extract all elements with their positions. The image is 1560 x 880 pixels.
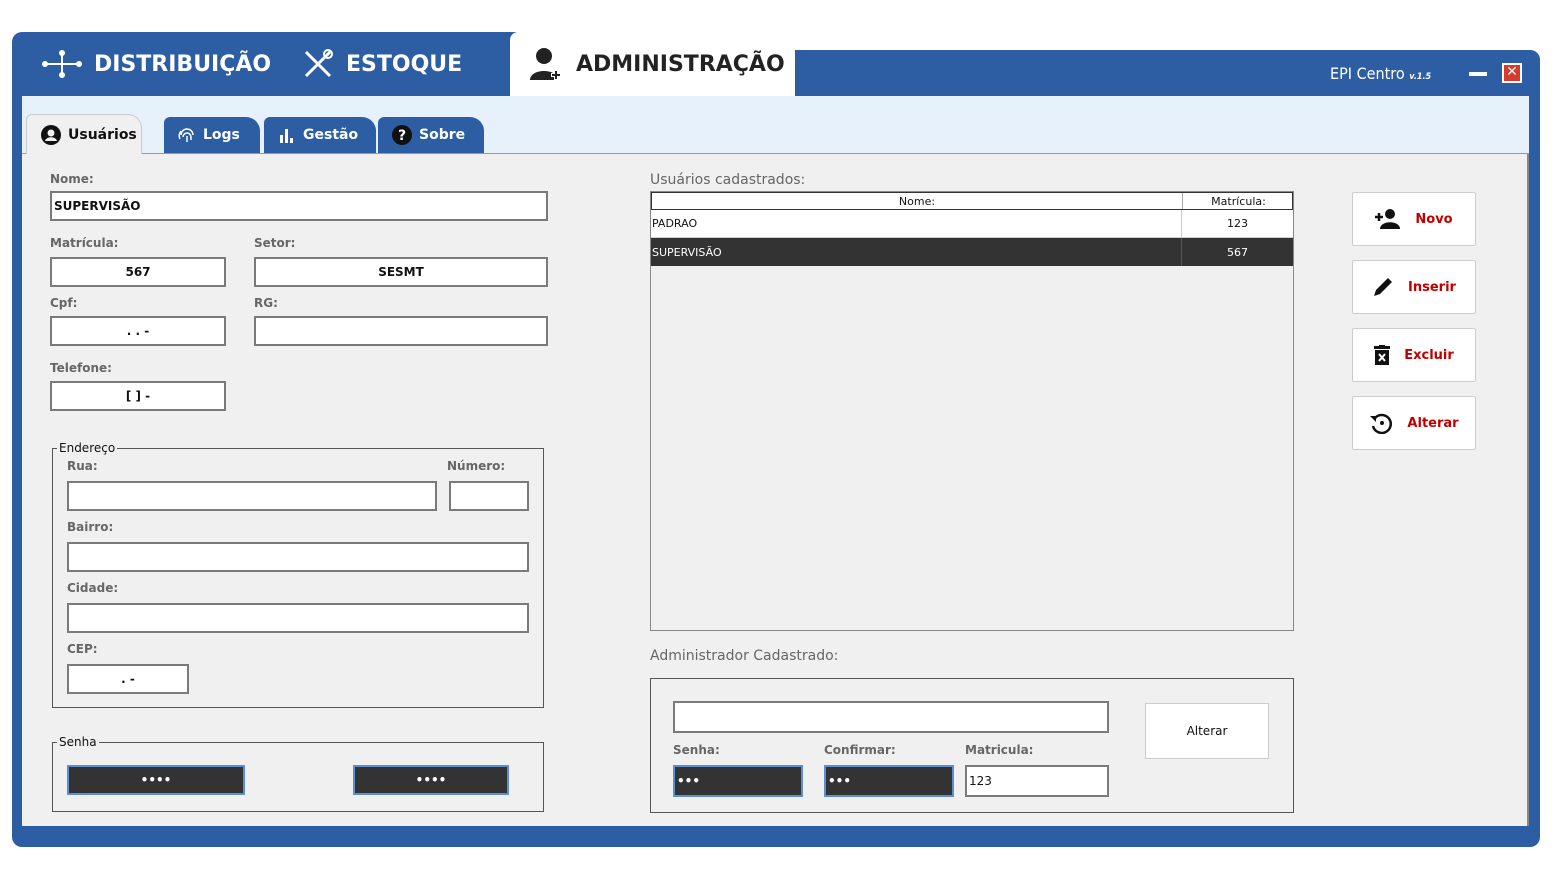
- telefone-field[interactable]: [ ] -: [50, 381, 226, 411]
- admin-senha-label: Senha:: [673, 743, 720, 757]
- move-cross-icon: [42, 49, 82, 79]
- bairro-label: Bairro:: [67, 520, 114, 534]
- header-matricula: Matrícula:: [1182, 193, 1294, 209]
- admin-confirmar-field[interactable]: •••: [824, 765, 954, 797]
- matricula-label: Matrícula:: [50, 236, 119, 250]
- history-icon: [1369, 412, 1393, 434]
- table-header: Nome: Matrícula:: [651, 192, 1293, 210]
- admin-senha-field[interactable]: •••: [673, 765, 803, 797]
- administrador-group: Alterar Senha: ••• Confirmar: ••• Matric…: [650, 678, 1294, 813]
- cpf-label: Cpf:: [50, 296, 78, 310]
- senha-field[interactable]: ••••: [67, 765, 245, 795]
- tab-logs[interactable]: Logs: [164, 117, 260, 153]
- svg-text:?: ?: [398, 128, 406, 144]
- tools-icon: [302, 48, 334, 80]
- alterar-side-button[interactable]: Alterar: [1352, 396, 1476, 450]
- excluir-button[interactable]: Excluir: [1352, 328, 1476, 382]
- bar-chart-icon: [278, 126, 296, 144]
- user-circle-icon: [41, 124, 61, 145]
- cidade-label: Cidade:: [67, 581, 119, 595]
- rg-field[interactable]: [254, 316, 548, 346]
- rg-label: RG:: [254, 296, 278, 310]
- admin-user-icon: [528, 46, 564, 82]
- endereco-group: Endereço Rua: Número: Bairro: Cidade: CE…: [52, 441, 544, 708]
- tab-usuarios[interactable]: Usuários: [26, 114, 142, 154]
- cep-label: CEP:: [67, 642, 98, 656]
- main-tab-label: ADMINISTRAÇÃO: [576, 51, 785, 77]
- main-tab-administracao[interactable]: ADMINISTRAÇÃO: [510, 32, 795, 96]
- admin-matricula-field[interactable]: 123: [965, 765, 1109, 797]
- main-tab-label: ESTOQUE: [346, 51, 463, 77]
- admin-alterar-button[interactable]: Alterar: [1145, 703, 1269, 759]
- minimize-button[interactable]: [1469, 72, 1487, 76]
- header-nome: Nome:: [898, 194, 936, 208]
- admin-name-field[interactable]: [673, 701, 1109, 733]
- pencil-icon: [1372, 276, 1394, 298]
- row-matricula: 567: [1181, 238, 1293, 266]
- numero-label: Número:: [447, 459, 506, 473]
- rua-label: Rua:: [67, 459, 98, 473]
- row-nome: PADRAO: [652, 217, 698, 230]
- table-row-selected[interactable]: SUPERVISÃO 567: [651, 238, 1293, 266]
- usuarios-cadastrados-label: Usuários cadastrados:: [650, 172, 806, 188]
- matricula-field[interactable]: 567: [50, 257, 226, 287]
- inserir-button[interactable]: Inserir: [1352, 260, 1476, 314]
- senha-title: Senha: [57, 735, 99, 749]
- close-button[interactable]: ✕: [1502, 63, 1522, 83]
- users-table[interactable]: Nome: Matrícula: PADRAO 123 SUPERVISÃO 5…: [650, 191, 1294, 631]
- telefone-label: Telefone:: [50, 361, 112, 375]
- row-matricula: 123: [1181, 210, 1293, 237]
- tab-sobre[interactable]: ? Sobre: [378, 117, 484, 153]
- main-tab-label: DISTRIBUIÇÃO: [94, 51, 272, 77]
- cep-field[interactable]: . -: [67, 664, 189, 694]
- cpf-field[interactable]: . . -: [50, 316, 226, 346]
- admin-confirmar-label: Confirmar:: [824, 743, 896, 757]
- fingerprint-icon: [178, 126, 196, 144]
- main-tab-estoque[interactable]: ESTOQUE: [302, 32, 502, 96]
- content-area: Usuários Logs Gestão ? Sobre Nome: SUPER…: [22, 96, 1529, 826]
- app-version: v.1.5: [1409, 72, 1432, 82]
- add-user-icon: [1375, 209, 1401, 229]
- endereco-title: Endereço: [57, 441, 118, 455]
- bairro-field[interactable]: [67, 542, 529, 572]
- table-row[interactable]: PADRAO 123: [651, 210, 1293, 238]
- question-icon: ?: [392, 125, 412, 145]
- app-title: EPI Centro v.1.5: [1330, 64, 1432, 83]
- numero-field[interactable]: [449, 481, 529, 511]
- tab-gestao[interactable]: Gestão: [264, 117, 376, 153]
- confirmar-senha-field[interactable]: ••••: [353, 765, 509, 795]
- nome-label: Nome:: [50, 172, 94, 186]
- cidade-field[interactable]: [67, 603, 529, 633]
- trash-icon: [1374, 345, 1391, 365]
- row-nome: SUPERVISÃO: [652, 245, 722, 259]
- novo-button[interactable]: Novo: [1352, 192, 1476, 246]
- app-window: DISTRIBUIÇÃO ESTOQUE ADMINISTRAÇÃO EPI C…: [12, 32, 1540, 847]
- setor-label: Setor:: [254, 236, 296, 250]
- rua-field[interactable]: [67, 481, 437, 511]
- nome-field[interactable]: SUPERVISÃO: [50, 191, 548, 221]
- senha-group: Senha •••• ••••: [52, 735, 544, 812]
- admin-matricula-label: Matricula:: [965, 743, 1034, 757]
- setor-field[interactable]: SESMT: [254, 257, 548, 287]
- administrador-label: Administrador Cadastrado:: [650, 648, 839, 664]
